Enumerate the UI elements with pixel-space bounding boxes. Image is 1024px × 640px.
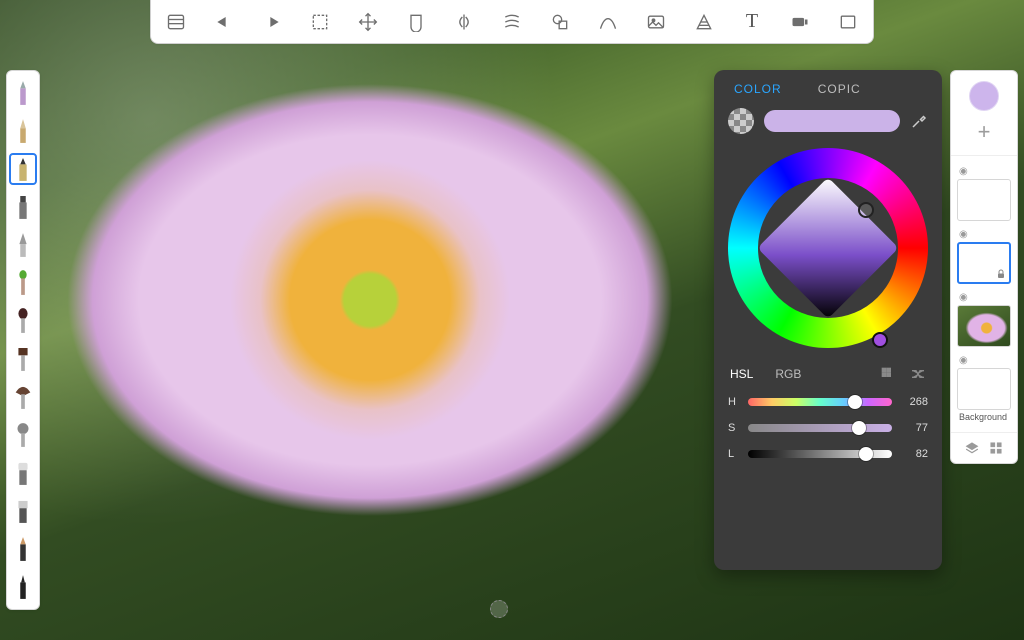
visibility-icon[interactable]: ◉ — [957, 166, 1011, 177]
brush-flat[interactable] — [9, 343, 37, 375]
perspective-icon[interactable] — [693, 11, 715, 33]
layer-1[interactable]: ◉ — [957, 292, 1011, 347]
layer-stack-icon[interactable] — [965, 441, 979, 455]
image-icon[interactable] — [645, 11, 667, 33]
layer-2[interactable]: ◉ — [957, 229, 1011, 284]
timelapse-icon[interactable] — [789, 11, 811, 33]
brush-synthetic[interactable] — [9, 533, 37, 565]
brush-eraser-soft[interactable] — [9, 457, 37, 489]
randomize-icon[interactable] — [910, 366, 926, 382]
transparency-toggle[interactable] — [728, 108, 754, 134]
layer-grid-icon[interactable] — [989, 441, 1003, 455]
tab-color[interactable]: COLOR — [734, 82, 782, 96]
brush-airbrush[interactable] — [9, 229, 37, 261]
undo-icon[interactable] — [213, 11, 235, 33]
brush-marker[interactable] — [9, 153, 37, 185]
redo-icon[interactable] — [261, 11, 283, 33]
current-color-swatch[interactable] — [764, 110, 900, 132]
light-label: L — [728, 448, 738, 460]
brush-smudge[interactable] — [9, 419, 37, 451]
layers-panel: + ◉ ◉ ◉ ◉ Background — [950, 70, 1018, 464]
lock-icon — [995, 268, 1007, 280]
fullscreen-icon[interactable] — [837, 11, 859, 33]
shapes-icon[interactable] — [549, 11, 571, 33]
selection-icon[interactable] — [309, 11, 331, 33]
brush-chisel[interactable] — [9, 191, 37, 223]
color-wheel[interactable] — [728, 148, 928, 348]
hue-slider[interactable]: H 268 — [728, 396, 928, 408]
visibility-icon[interactable]: ◉ — [957, 292, 1011, 303]
brush-eraser-hard[interactable] — [9, 495, 37, 527]
brush-fan[interactable] — [9, 381, 37, 413]
curve-icon[interactable] — [597, 11, 619, 33]
brush-pen[interactable] — [9, 115, 37, 147]
sat-label: S — [728, 422, 738, 434]
visibility-icon[interactable]: ◉ — [957, 229, 1011, 240]
hue-value: 268 — [902, 396, 928, 408]
brush-round[interactable] — [9, 305, 37, 337]
brush-inking[interactable] — [9, 571, 37, 603]
layers-list-icon[interactable] — [165, 11, 187, 33]
visibility-icon[interactable]: ◉ — [957, 355, 1011, 366]
swatches-grid-icon[interactable] — [880, 366, 896, 382]
active-color-dot[interactable] — [969, 81, 999, 111]
symmetry-x-icon[interactable] — [453, 11, 475, 33]
fill-icon[interactable] — [405, 11, 427, 33]
sv-cursor[interactable] — [858, 202, 874, 218]
brush-paint[interactable] — [9, 267, 37, 299]
layer-bg-label: Background — [957, 410, 1011, 422]
top-toolbar: T — [150, 0, 874, 44]
sat-value: 77 — [902, 422, 928, 434]
hue-label: H — [728, 396, 738, 408]
hue-cursor[interactable] — [872, 332, 888, 348]
eyedropper-icon[interactable] — [910, 112, 928, 130]
tab-copic[interactable]: COPIC — [818, 82, 861, 96]
light-value: 82 — [902, 448, 928, 460]
brush-palette — [6, 70, 40, 610]
mode-rgb[interactable]: RGB — [775, 367, 801, 381]
layer-3[interactable]: ◉ — [957, 166, 1011, 221]
color-panel: COLOR COPIC HSL RGB H 268 S 77 L 82 — [714, 70, 942, 570]
saturation-slider[interactable]: S 77 — [728, 422, 928, 434]
transform-icon[interactable] — [357, 11, 379, 33]
add-layer-button[interactable]: + — [978, 119, 991, 145]
text-icon[interactable]: T — [741, 11, 763, 33]
lightness-slider[interactable]: L 82 — [728, 448, 928, 460]
mode-hsl[interactable]: HSL — [730, 367, 753, 381]
symmetry-y-icon[interactable] — [501, 11, 523, 33]
layer-bg[interactable]: ◉ Background — [957, 355, 1011, 422]
brush-puck[interactable] — [490, 600, 508, 618]
brush-pencil[interactable] — [9, 77, 37, 109]
